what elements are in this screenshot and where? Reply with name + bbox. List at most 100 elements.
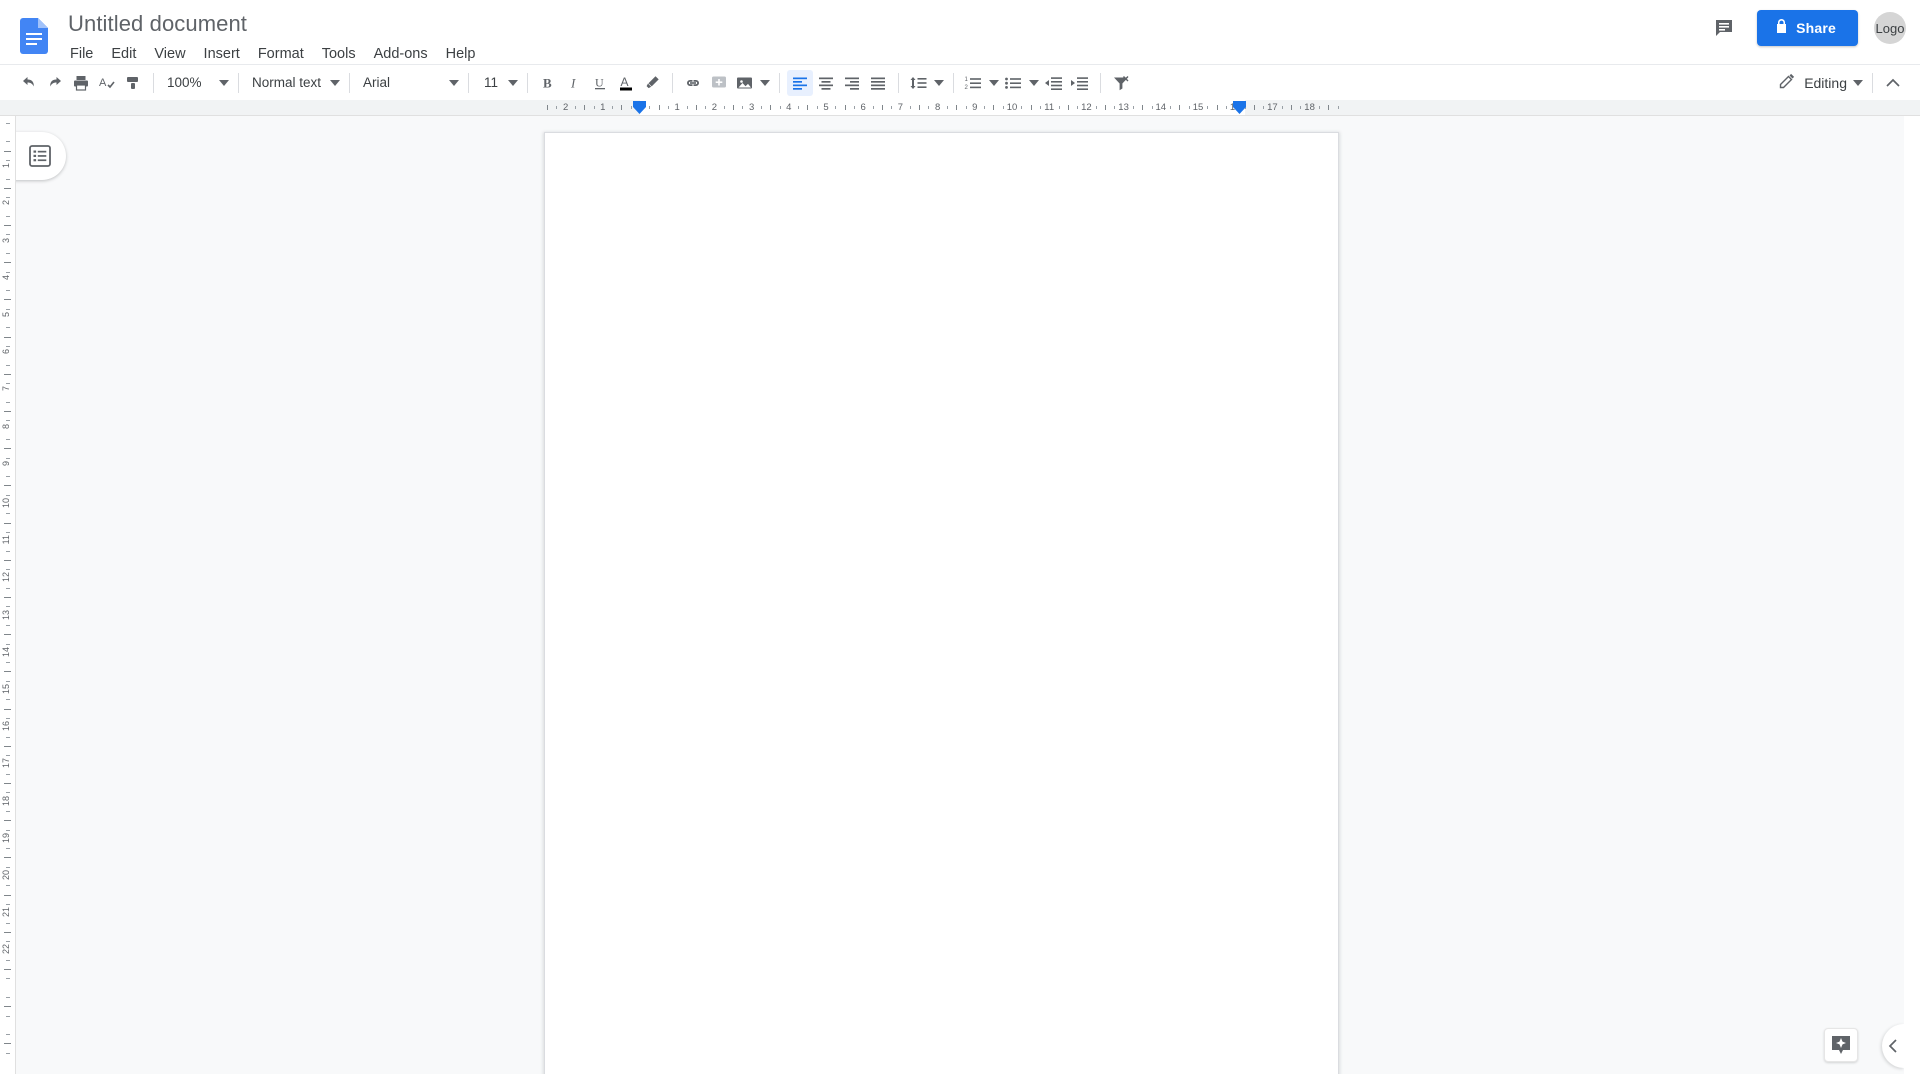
vruler-tick <box>6 457 10 459</box>
image-chevron-down-icon[interactable] <box>758 70 772 96</box>
menu-tools[interactable]: Tools <box>313 42 365 66</box>
document-title[interactable]: Untitled document <box>66 11 484 37</box>
menu-bar: File Edit View Insert Format Tools Add-o… <box>66 42 484 66</box>
ruler-tick <box>1151 106 1153 109</box>
undo-icon[interactable] <box>16 70 42 96</box>
vruler-tick <box>6 383 10 385</box>
ruler-tick <box>770 105 772 110</box>
ruler-tick <box>630 106 632 109</box>
numbered-list-icon[interactable]: 1 2 <box>961 70 987 96</box>
menu-insert[interactable]: Insert <box>195 42 249 66</box>
vruler-number: 12 <box>1 572 11 583</box>
document-page[interactable] <box>544 132 1339 1074</box>
ruler-tick <box>760 106 762 109</box>
spacing-chevron-down-icon[interactable] <box>932 70 946 96</box>
ruler-tick <box>584 105 586 110</box>
ruler-tick <box>1300 106 1302 109</box>
bold-button[interactable]: B <box>535 70 561 96</box>
toolbar-divider <box>1100 72 1101 93</box>
menu-format[interactable]: Format <box>249 42 313 66</box>
ruler-tick <box>547 105 548 110</box>
italic-button[interactable]: I <box>561 70 587 96</box>
ruler-number: 6 <box>860 102 866 113</box>
link-icon[interactable] <box>680 70 706 96</box>
increase-indent-icon[interactable] <box>1067 70 1093 96</box>
vruler-tick <box>4 634 11 636</box>
paragraph-style-value: Normal text <box>252 75 322 90</box>
highlight-icon[interactable] <box>639 70 665 96</box>
clear-formatting-icon[interactable] <box>1108 70 1134 96</box>
insert-image-icon[interactable] <box>732 70 758 96</box>
vruler-tick <box>6 438 10 440</box>
font-size-chevron-down-icon[interactable] <box>506 70 520 96</box>
align-justify-icon[interactable] <box>865 70 891 96</box>
vruler-tick <box>6 662 10 664</box>
zoom-select[interactable]: 100% <box>161 70 217 96</box>
ruler-number: 10 <box>1006 102 1018 113</box>
menu-add-ons[interactable]: Add-ons <box>365 42 437 66</box>
ruler-tick <box>1105 105 1106 110</box>
ruler-number: 2 <box>711 102 718 113</box>
ruler-number: 12 <box>1081 102 1092 113</box>
align-center-icon[interactable] <box>813 70 839 96</box>
ruler-tick <box>667 106 669 109</box>
vruler-tick <box>6 717 10 719</box>
vruler-number: 19 <box>1 832 11 843</box>
vruler-tick <box>4 931 11 933</box>
vruler-tick <box>6 345 10 347</box>
editing-mode-chevron-down-icon[interactable] <box>1851 70 1865 96</box>
avatar[interactable]: Logo <box>1874 12 1906 44</box>
explore-icon[interactable] <box>1824 1028 1858 1062</box>
decrease-indent-icon[interactable] <box>1041 70 1067 96</box>
vruler-tick <box>4 411 11 412</box>
toolbar-divider <box>153 72 154 93</box>
chevron-up-icon[interactable] <box>1880 70 1906 96</box>
font-chevron-down-icon[interactable] <box>447 70 461 96</box>
vruler-number: 8 <box>1 423 11 429</box>
ruler-tick <box>993 105 995 110</box>
menu-edit[interactable]: Edit <box>102 42 145 66</box>
indent-marker-right[interactable] <box>1233 101 1246 114</box>
document-outline-icon[interactable] <box>16 132 66 180</box>
chevron-left-icon[interactable] <box>1882 1024 1904 1068</box>
vruler-tick <box>4 336 11 338</box>
underline-button[interactable]: U <box>587 70 613 96</box>
zoom-chevron-down-icon[interactable] <box>217 70 231 96</box>
indent-marker-left[interactable] <box>633 101 646 114</box>
style-chevron-down-icon[interactable] <box>328 70 342 96</box>
font-family-select[interactable]: Arial <box>357 70 447 96</box>
vertical-ruler[interactable]: 1 2 3 4 5 6 7 8 9 10 11 12 13 14 15 16 17 18 19 20 21 22 <box>0 116 16 1080</box>
share-button[interactable]: Share <box>1757 10 1858 46</box>
comment-history-icon[interactable] <box>1707 11 1741 45</box>
document-canvas[interactable] <box>16 116 1904 1074</box>
docs-file-icon[interactable] <box>14 10 54 62</box>
horizontal-ruler[interactable]: 21123456789101112131415161718 <box>0 100 1920 116</box>
bulleted-list-chevron-down-icon[interactable] <box>1027 70 1041 96</box>
menu-file[interactable]: File <box>66 42 102 66</box>
vruler-tick <box>6 866 10 868</box>
line-spacing-icon[interactable] <box>906 70 932 96</box>
align-left-icon[interactable] <box>787 69 813 96</box>
font-size-input[interactable]: 11 <box>476 70 506 96</box>
bulleted-list-icon[interactable] <box>1001 70 1027 96</box>
vruler-tick <box>4 820 11 822</box>
ruler-number: 1 <box>600 102 606 113</box>
menu-help[interactable]: Help <box>437 42 485 66</box>
numbered-list-chevron-down-icon[interactable] <box>987 70 1001 96</box>
menu-view[interactable]: View <box>145 42 194 66</box>
text-color-icon[interactable]: A <box>613 70 639 96</box>
lock-icon <box>1775 19 1788 37</box>
vruler-tick <box>6 476 10 478</box>
paint-format-icon[interactable] <box>120 70 146 96</box>
ruler-tick <box>835 106 837 109</box>
ruler-tick <box>1002 106 1004 109</box>
redo-icon[interactable] <box>42 70 68 96</box>
align-right-icon[interactable] <box>839 70 865 96</box>
editing-mode-button[interactable]: Editing <box>1775 70 1851 95</box>
spellcheck-icon[interactable]: A <box>94 70 120 96</box>
paragraph-style-select[interactable]: Normal text <box>246 70 328 96</box>
ruler-number: 18 <box>1304 102 1315 113</box>
ruler-tick <box>705 106 707 109</box>
add-comment-icon[interactable] <box>706 70 732 96</box>
print-icon[interactable] <box>68 70 94 96</box>
